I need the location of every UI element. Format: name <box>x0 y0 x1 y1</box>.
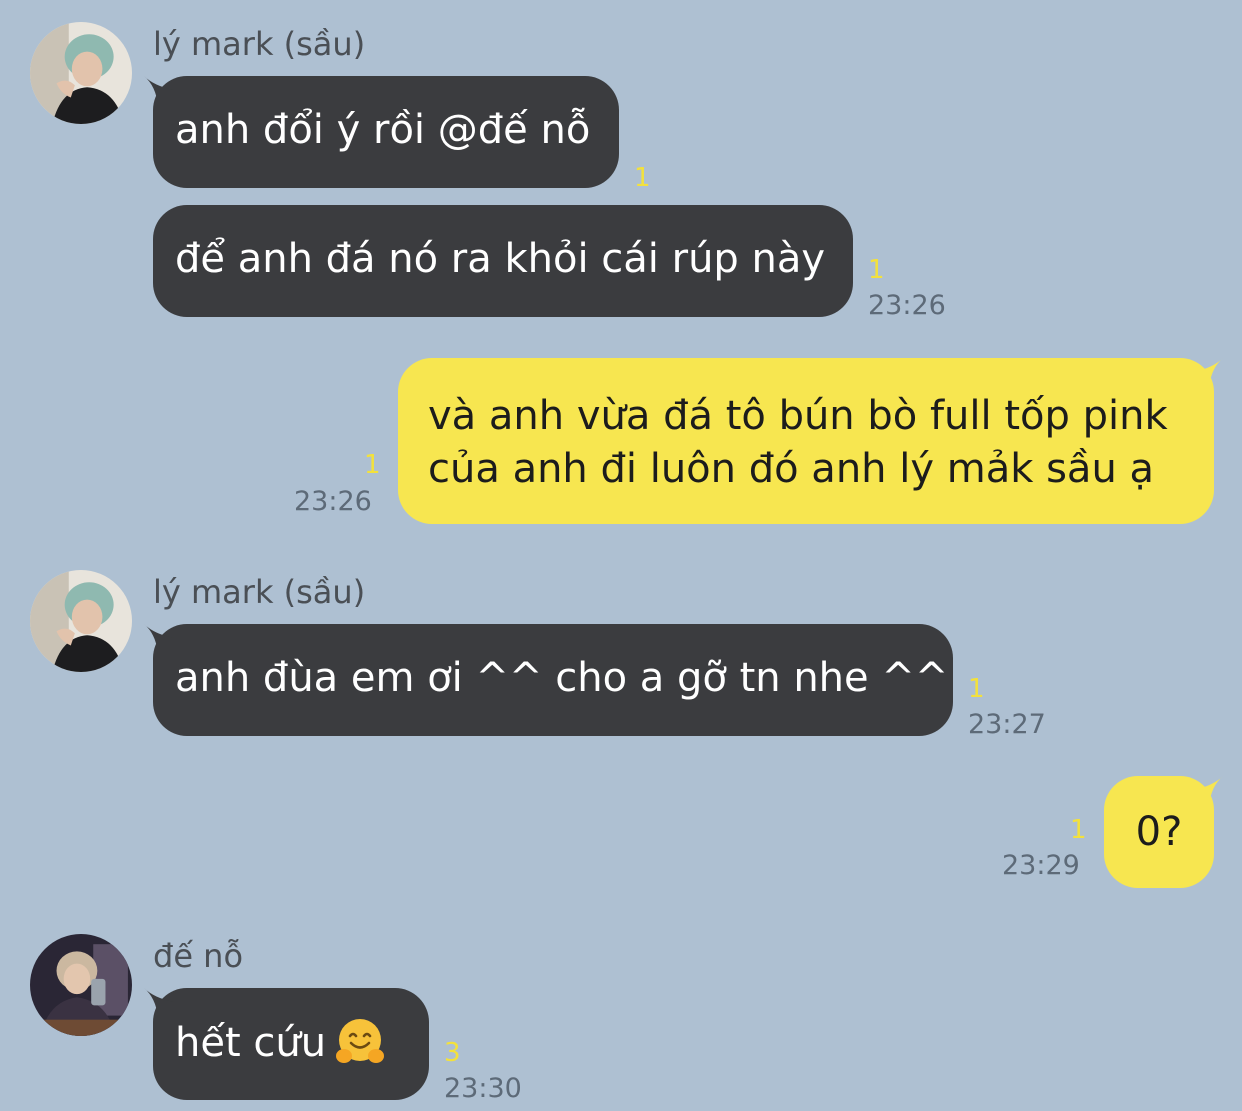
bubble-tail-icon <box>144 76 174 106</box>
read-count: 1 <box>868 255 885 285</box>
incoming-message-bubble[interactable]: anh đổi ý rồi @đế nỗ <box>144 76 619 188</box>
message-text: anh đùa em ơi ^^ cho a gỡ tn nhe ^^ <box>175 655 949 701</box>
read-count: 1 <box>364 450 381 480</box>
message-timestamp: 23:26 <box>294 486 372 517</box>
bubble-tail-icon <box>1193 776 1223 806</box>
read-count: 1 <box>1070 815 1087 845</box>
bubble-tail-icon <box>144 988 174 1018</box>
hugging-face-emoji-icon <box>334 1016 386 1082</box>
bubble-tail-icon <box>1193 358 1223 388</box>
read-count: 1 <box>634 163 651 193</box>
message-text-line: và anh vừa đá tô bún bò full tốp pink <box>428 393 1168 439</box>
message-timestamp: 23:26 <box>868 290 946 321</box>
sender-name: lý mark (sầu) <box>153 573 366 611</box>
message-timestamp: 23:30 <box>444 1073 522 1104</box>
read-count: 1 <box>968 674 985 704</box>
sender-avatar[interactable] <box>30 22 132 124</box>
bubble-tail-icon <box>144 624 174 654</box>
incoming-message-bubble[interactable]: hết cứu <box>144 988 429 1100</box>
user-avatar-icon <box>30 570 132 672</box>
outgoing-message-bubble[interactable]: và anh vừa đá tô bún bò full tốp pink củ… <box>398 358 1223 524</box>
user-avatar-icon <box>30 22 132 124</box>
message-content: hết cứu <box>175 1016 407 1082</box>
outgoing-message-bubble[interactable]: 0? <box>1104 776 1223 888</box>
incoming-message-bubble[interactable]: anh đùa em ơi ^^ cho a gỡ tn nhe ^^ <box>144 624 953 736</box>
incoming-message-bubble[interactable]: để anh đá nó ra khỏi cái rúp này <box>153 205 853 317</box>
read-count: 3 <box>444 1038 461 1068</box>
user-avatar-icon <box>30 934 132 1036</box>
sender-name: lý mark (sầu) <box>153 25 366 63</box>
message-text: 0? <box>1135 809 1183 855</box>
message-text: hết cứu <box>175 1020 327 1066</box>
message-timestamp: 23:27 <box>968 709 1046 740</box>
sender-avatar[interactable] <box>30 570 132 672</box>
sender-avatar[interactable] <box>30 934 132 1036</box>
sender-name: đế nỗ <box>153 937 244 975</box>
message-timestamp: 23:29 <box>1002 850 1080 881</box>
message-text-line: của anh đi luôn đó anh lý mảk sầu ạ <box>428 446 1155 492</box>
message-text: để anh đá nó ra khỏi cái rúp này <box>175 236 826 282</box>
message-text: anh đổi ý rồi @đế nỗ <box>175 107 591 153</box>
